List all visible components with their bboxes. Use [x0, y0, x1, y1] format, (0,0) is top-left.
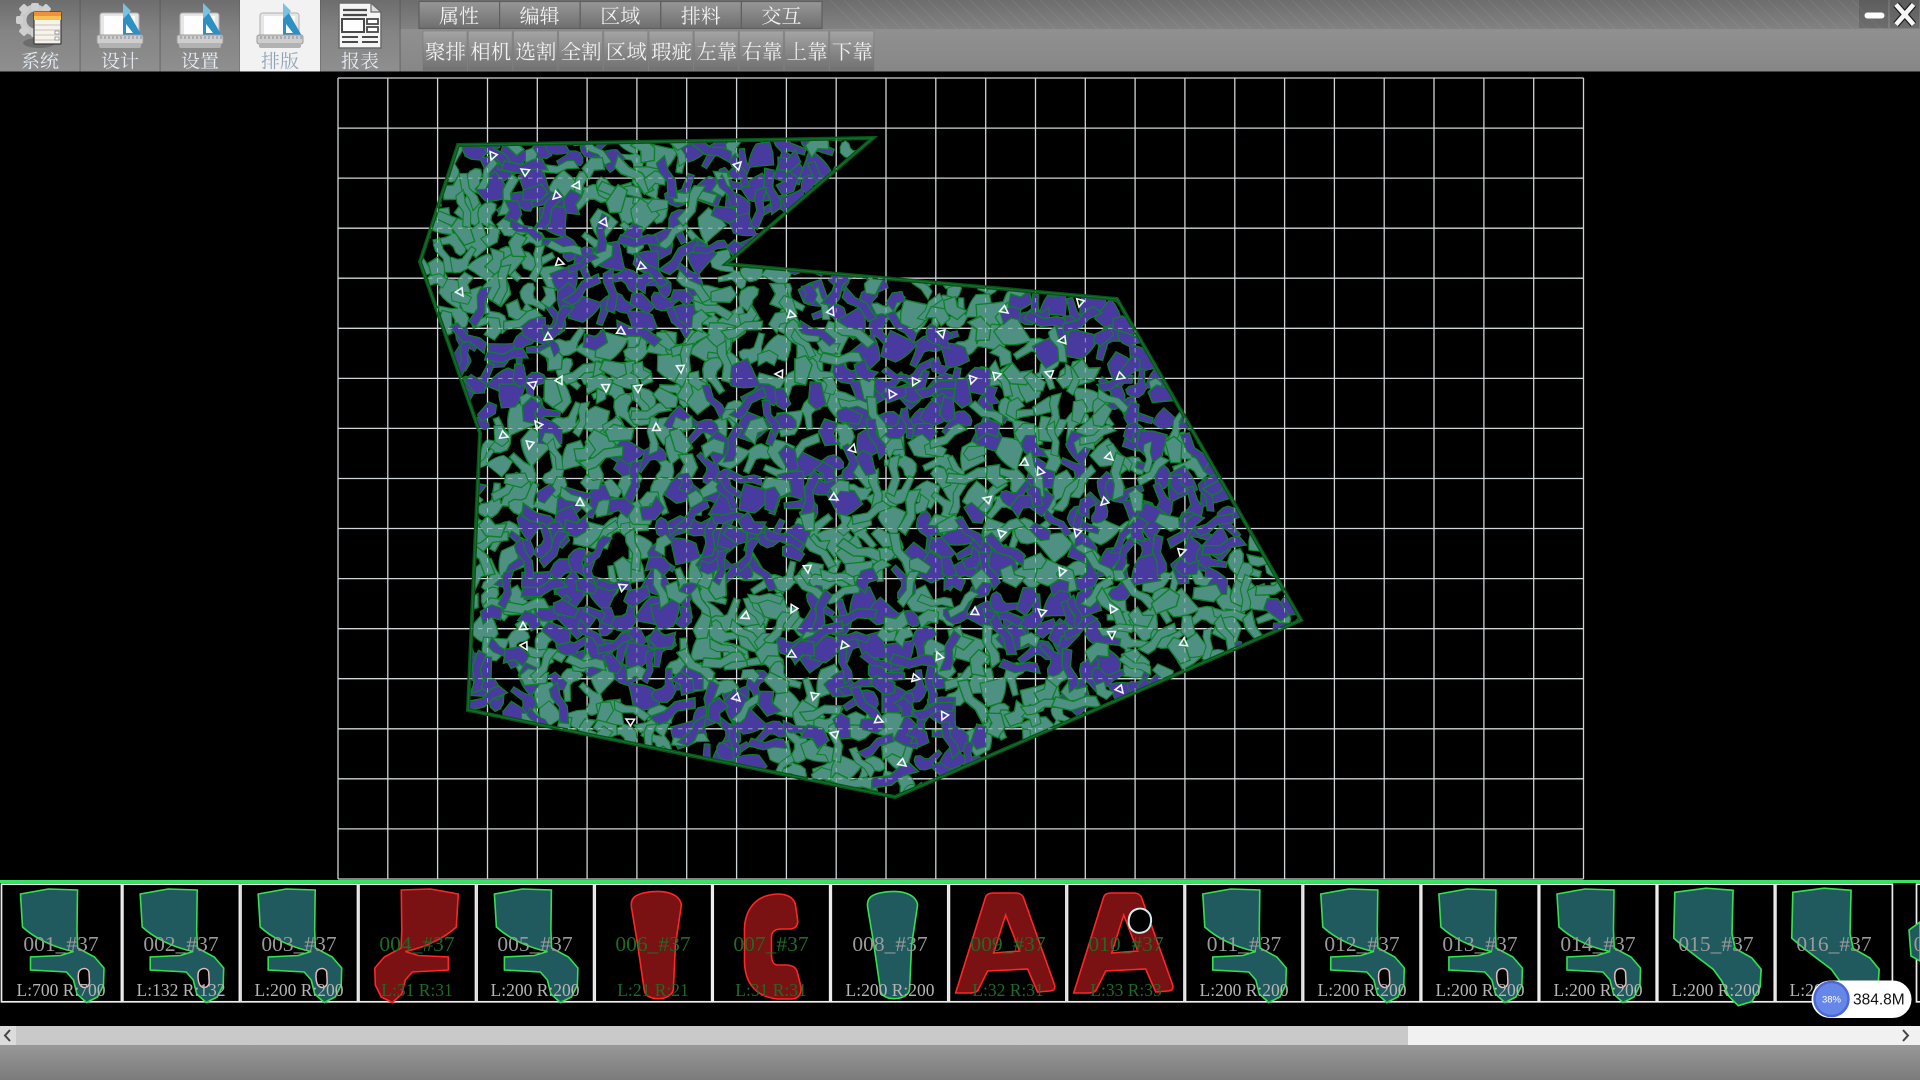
svg-text:007_#37: 007_#37	[733, 932, 809, 956]
svg-text:L:200 R:200: L:200 R:200	[255, 980, 344, 1000]
svg-text:L:31 R:31: L:31 R:31	[381, 980, 452, 1000]
svg-text:014_#37: 014_#37	[1560, 932, 1636, 956]
svg-text:L:200 R:200: L:200 R:200	[846, 980, 935, 1000]
svg-text:L:33 R:33: L:33 R:33	[1090, 980, 1162, 1000]
svg-text:38%: 38%	[1822, 995, 1842, 1006]
svg-text:L:200 R:200: L:200 R:200	[1436, 980, 1525, 1000]
svg-text:L:21 R:21: L:21 R:21	[617, 980, 688, 1000]
svg-text:015_#37: 015_#37	[1678, 932, 1754, 956]
svg-text:008_#37: 008_#37	[852, 932, 928, 956]
svg-text:010_#37: 010_#37	[1088, 932, 1164, 956]
svg-text:011_#37: 011_#37	[1207, 932, 1282, 956]
svg-text:009_#37: 009_#37	[970, 932, 1046, 956]
svg-text:0: 0	[1914, 932, 1920, 956]
svg-text:L:200 R:200: L:200 R:200	[1554, 980, 1643, 1000]
svg-text:L:31 R:31: L:31 R:31	[735, 980, 806, 1000]
svg-text:004_#37: 004_#37	[379, 932, 455, 956]
svg-text:002_#37: 002_#37	[143, 932, 219, 956]
svg-text:006_#37: 006_#37	[615, 932, 691, 956]
svg-text:L:200 R:200: L:200 R:200	[1672, 980, 1761, 1000]
svg-text:L:700 R:700: L:700 R:700	[17, 980, 106, 1000]
svg-text:L:200 R:200: L:200 R:200	[491, 980, 580, 1000]
svg-text:001_#37: 001_#37	[23, 932, 99, 956]
svg-text:L:200 R:200: L:200 R:200	[1318, 980, 1407, 1000]
svg-text:L:200 R:200: L:200 R:200	[1200, 980, 1289, 1000]
svg-text:013_#37: 013_#37	[1442, 932, 1518, 956]
svg-text:003_#37: 003_#37	[261, 932, 337, 956]
svg-text:L:32 R:31: L:32 R:31	[972, 980, 1043, 1000]
svg-text:012_#37: 012_#37	[1324, 932, 1400, 956]
svg-text:384.8M: 384.8M	[1853, 992, 1905, 1009]
svg-text:005_#37: 005_#37	[497, 932, 573, 956]
svg-text:016_#37: 016_#37	[1796, 932, 1872, 956]
svg-text:L:132 R:132: L:132 R:132	[137, 980, 226, 1000]
